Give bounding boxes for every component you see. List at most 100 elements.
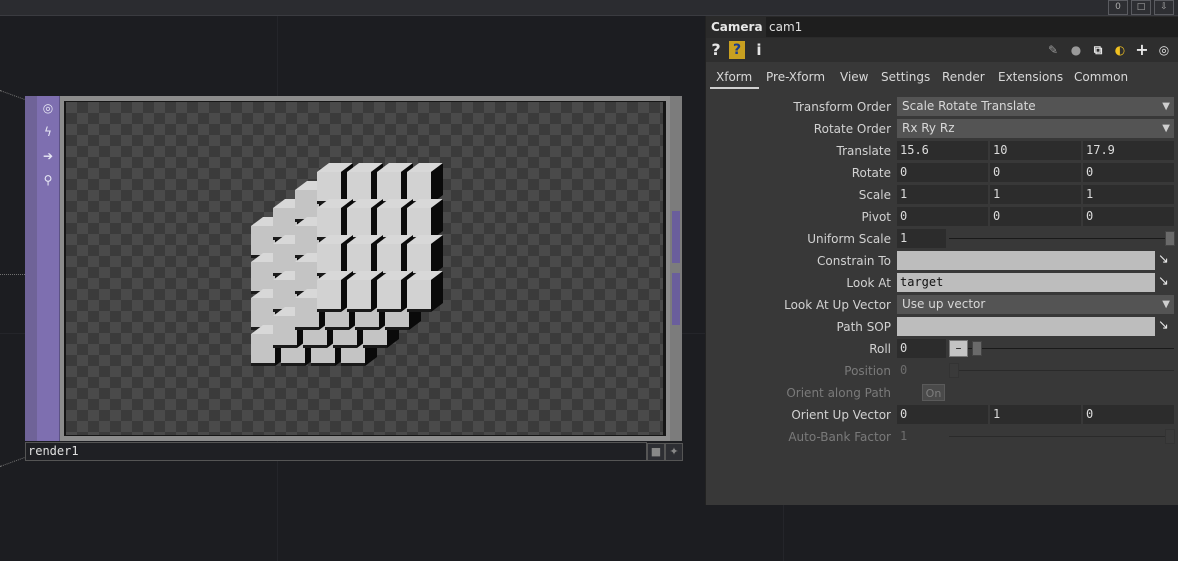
cube-face [295,298,319,330]
param-label: Look At [846,276,891,290]
auto-bank-slider-handle [1165,429,1175,444]
operator-picker-icon[interactable]: ↘ [1158,318,1176,334]
operator-picker-icon[interactable]: ↘ [1158,274,1176,290]
orient-along-path-toggle: On [922,384,945,401]
tab-pre-xform[interactable]: Pre-Xform [766,70,825,84]
node-toolbar: ◎ ϟ ➔ ⚲ [37,96,60,441]
param-label: Rotate [851,166,891,180]
look-at-field[interactable]: target [897,273,1155,292]
cube-face [311,363,335,366]
roll-slider[interactable] [968,348,1174,349]
operator-name: cam1 [769,20,803,34]
arrow-right-icon[interactable]: ➔ [40,148,56,164]
scale-x-field[interactable]: 1 [897,185,988,204]
info-icon[interactable]: i [754,41,764,59]
node-viewer[interactable] [64,101,666,436]
pane-count-button[interactable]: 0 [1108,0,1128,15]
param-label: Path SOP [836,320,891,334]
cube-face [273,345,297,348]
auto-bank-slider [949,436,1174,437]
param-label: Pivot [861,210,891,224]
pivot-z-field[interactable]: 0 [1083,207,1174,226]
node-input-strip[interactable] [25,96,37,441]
node-output-tab[interactable] [672,211,680,263]
roll-slider-handle[interactable] [972,341,982,356]
constrain-to-field[interactable] [897,251,1155,270]
path-sop-field[interactable] [897,317,1155,336]
pivot-x-field[interactable]: 0 [897,207,988,226]
parameter-panel: Camera cam1 ? ? i ✎ ● ⧉ ◐ + ◎ Xform Pre-… [705,16,1178,505]
cube-face [385,327,409,330]
chevron-down-icon: ▼ [1162,101,1170,112]
param-tabs: Xform Pre-Xform View Settings Render Ext… [706,66,1178,90]
translate-y-field[interactable]: 10 [990,141,1081,160]
param-label: Scale [858,188,891,202]
python-help-icon[interactable]: ? [729,41,745,59]
clone-icon[interactable]: ⧉ [1089,41,1107,59]
auto-bank-field: 1 [900,429,908,443]
target-icon[interactable]: ◎ [40,100,56,116]
tab-xform[interactable]: Xform [716,70,752,84]
node-output-strip [670,96,682,441]
param-label: Position [844,364,891,378]
tab-extensions[interactable]: Extensions [998,70,1063,84]
scale-y-field[interactable]: 1 [990,185,1081,204]
cube-face [347,280,371,312]
tab-view[interactable]: View [840,70,868,84]
orient-up-y-field[interactable]: 1 [990,405,1081,424]
scale-z-field[interactable]: 1 [1083,185,1174,204]
position-field: 0 [900,363,908,377]
cube-face [333,345,357,348]
rotate-x-field[interactable]: 0 [897,163,988,182]
uniform-scale-field[interactable]: 1 [897,229,946,248]
param-label: Constrain To [817,254,891,268]
tab-common[interactable]: Common [1074,70,1128,84]
look-at-up-vector-menu[interactable]: Use up vector ▼ [897,295,1174,314]
orient-up-x-field[interactable]: 0 [897,405,988,424]
rotate-order-menu[interactable]: Rx Ry Rz ▼ [897,119,1174,138]
pencil-icon[interactable]: ✎ [1045,41,1061,59]
cube-face [295,327,319,330]
pulse-icon[interactable]: ϟ [40,124,56,140]
rotate-y-field[interactable]: 0 [990,163,1081,182]
help-icon[interactable]: ? [709,41,723,59]
cube-face [325,327,349,330]
roll-field[interactable]: 0 [897,339,946,358]
cube-face [317,309,341,312]
node-name-field[interactable]: render1 [25,442,647,461]
split-pane-button[interactable]: ⇩ [1154,0,1174,15]
active-tab-indicator [710,87,759,89]
orient-up-z-field[interactable]: 0 [1083,405,1174,424]
uniform-scale-slider-handle[interactable] [1165,231,1175,246]
param-label: Uniform Scale [807,232,891,246]
transparency-checkerboard [66,102,663,435]
roll-reset-button[interactable]: – [949,340,968,357]
python-icon[interactable]: ◐ [1111,41,1129,59]
translate-x-field[interactable]: 15.6 [897,141,988,160]
uniform-scale-slider[interactable] [949,238,1174,239]
target-icon[interactable]: ◎ [1155,41,1173,59]
operator-name-field[interactable]: cam1 [766,17,1178,37]
menu-value: Scale Rotate Translate [902,99,1036,113]
add-icon[interactable]: + [1133,41,1151,59]
transform-order-menu[interactable]: Scale Rotate Translate ▼ [897,97,1174,116]
cube-face [317,280,341,312]
lock-icon[interactable]: ⚲ [40,172,56,188]
rotate-z-field[interactable]: 0 [1083,163,1174,182]
cube-face [251,334,275,366]
cube-face [363,345,387,348]
node-name-label: render1 [28,444,79,458]
node-pin-icon[interactable]: ✦ [665,443,683,461]
tab-render[interactable]: Render [942,70,985,84]
comment-icon[interactable]: ● [1067,41,1085,59]
cube-face [347,309,371,312]
maximize-button[interactable]: □ [1131,0,1151,15]
tab-settings[interactable]: Settings [881,70,930,84]
chevron-down-icon: ▼ [1162,299,1170,310]
render-node[interactable]: ◎ ϟ ➔ ⚲ [25,96,682,441]
pivot-y-field[interactable]: 0 [990,207,1081,226]
operator-picker-icon[interactable]: ↘ [1158,252,1176,268]
node-viewer-toggle-icon[interactable]: ■ [647,443,665,461]
translate-z-field[interactable]: 17.9 [1083,141,1174,160]
node-output-tab[interactable] [672,273,680,325]
